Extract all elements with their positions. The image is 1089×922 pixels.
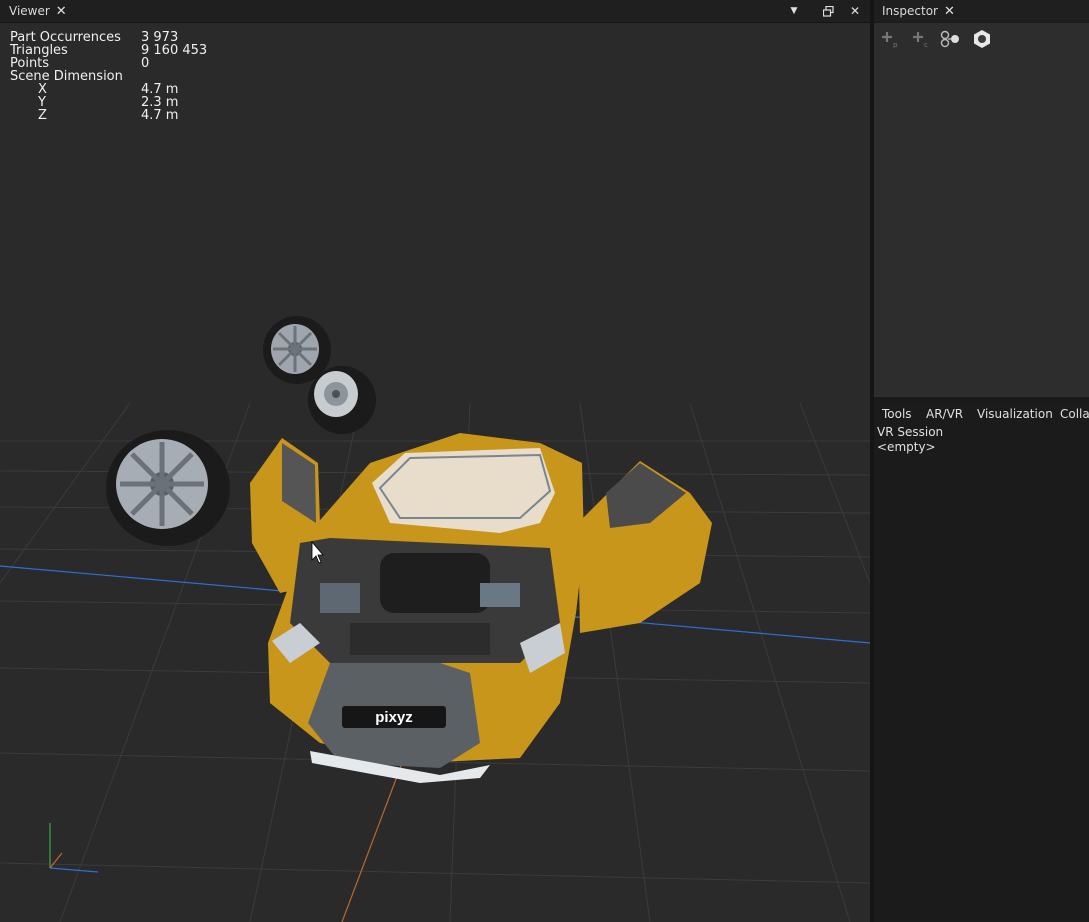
panel-menu-icon[interactable]: ▼ xyxy=(785,2,803,20)
inspector-tab-bar: Inspector ✕ xyxy=(874,0,1089,22)
stat-row: Z 4.7 m xyxy=(10,109,207,122)
vr-session-value: <empty> xyxy=(877,440,936,454)
stat-value: 9 160 453 xyxy=(141,43,208,58)
tab-inspector-close-icon[interactable]: ✕ xyxy=(944,4,955,19)
inspector-panel: p c xyxy=(874,23,1089,397)
scene-stats-overlay: Part Occurrences 3 973 Triangles 9 160 453 P… xyxy=(10,31,207,122)
stat-value: 4.7 m xyxy=(141,108,179,123)
stat-label: X xyxy=(38,82,47,97)
svg-text:p: p xyxy=(893,41,898,48)
tab-inspector-label: Inspector xyxy=(882,4,938,18)
tab-viewer-label: Viewer xyxy=(9,4,50,18)
wheel-middle xyxy=(308,366,376,434)
tab-ar-vr[interactable]: AR/VR xyxy=(926,407,963,421)
stat-label: Scene Dimension xyxy=(10,69,123,84)
tab-tools[interactable]: Tools xyxy=(882,407,912,421)
bottom-tab-bar: Tools AR/VR Visualization Collab xyxy=(874,403,1089,425)
tab-viewer-close-icon[interactable]: ✕ xyxy=(56,4,67,19)
car-badge-text: pixyz xyxy=(375,709,413,726)
3d-viewport[interactable]: pixyz Part Occurrences 3 973 Triangles 9 16… xyxy=(0,23,870,922)
z-axis-line xyxy=(341,757,405,922)
float-window-icon xyxy=(822,5,834,17)
scene-canvas: pixyz xyxy=(0,316,870,922)
tab-visualization[interactable]: Visualization xyxy=(977,407,1053,421)
add-property-icon[interactable]: p xyxy=(878,29,900,49)
link-components-icon[interactable] xyxy=(940,29,962,49)
car-model: pixyz xyxy=(250,433,712,783)
vr-panel: VR Session <empty> xyxy=(874,425,1089,922)
viewer-tab-bar: Viewer ✕ ▼ ✕ xyxy=(0,0,870,23)
tab-viewer[interactable]: Viewer ✕ xyxy=(9,0,67,22)
svg-text:c: c xyxy=(924,41,928,48)
stat-value: 0 xyxy=(141,56,150,71)
material-icon[interactable] xyxy=(971,29,993,49)
vr-session-label: VR Session xyxy=(877,425,944,439)
add-component-icon[interactable]: c xyxy=(909,29,931,49)
wheel-left xyxy=(106,430,230,546)
stat-label: Z xyxy=(38,108,47,123)
panel-close-icon[interactable]: ✕ xyxy=(846,2,864,20)
tab-collab[interactable]: Collab xyxy=(1060,407,1089,421)
stat-label: Y xyxy=(38,95,46,110)
tab-inspector[interactable]: Inspector ✕ xyxy=(882,0,955,22)
panel-float-icon[interactable] xyxy=(819,2,837,20)
